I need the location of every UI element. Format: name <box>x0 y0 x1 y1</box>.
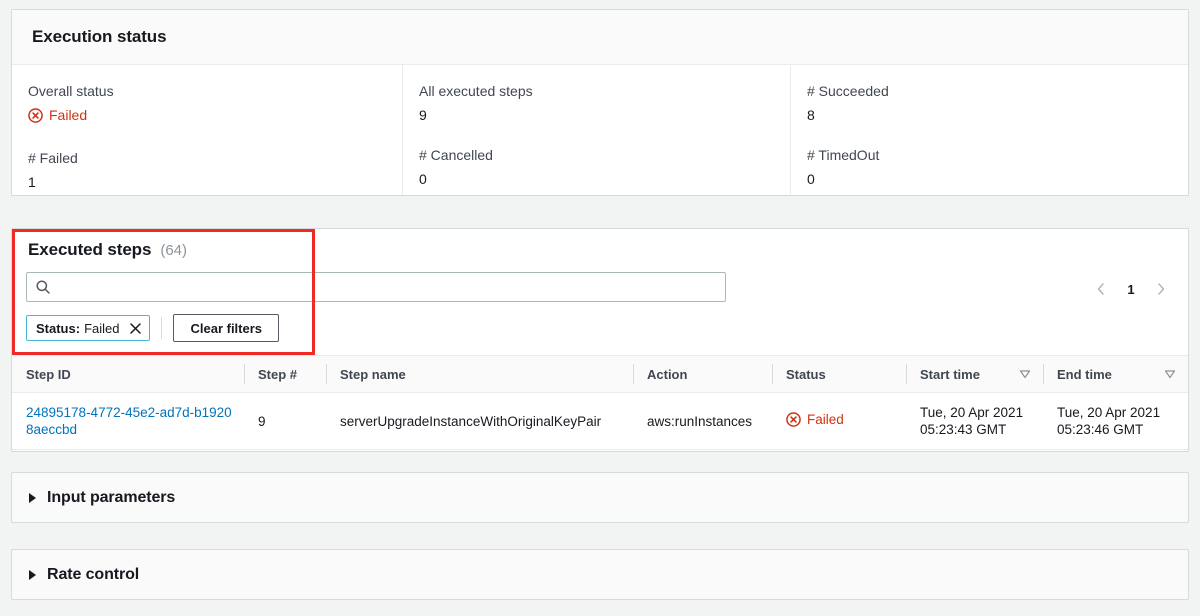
status-badge: Failed <box>28 105 87 125</box>
column-header-step-id[interactable]: Step ID <box>12 355 244 393</box>
error-circle-x-icon <box>28 107 43 123</box>
caret-right-icon <box>29 569 36 580</box>
cell-step-number: 9 <box>244 392 326 450</box>
cell-end-time: Tue, 20 Apr 2021 05:23:46 GMT <box>1043 392 1188 450</box>
pagination-page-1[interactable]: 1 <box>1119 276 1143 302</box>
executed-steps-table: Step ID Step # Step name Action Status S… <box>12 355 1188 450</box>
search-input[interactable] <box>57 273 717 301</box>
search-icon <box>35 279 51 295</box>
cell-action: aws:runInstances <box>633 392 772 450</box>
execution-status-grid: Overall status Failed # Failed 1 All exe… <box>12 65 1188 195</box>
executed-steps-header: Executed steps (64) Status: Failed Clear… <box>12 229 1188 355</box>
filter-row: Status: Failed Clear filters <box>26 314 280 342</box>
column-header-step-number-label: Step # <box>258 366 298 382</box>
cell-start-time: Tue, 20 Apr 2021 05:23:43 GMT <box>906 392 1043 450</box>
step-id-link[interactable]: 24895178-4772-45e2-ad7d-b19208aeccbd <box>26 405 232 437</box>
execution-status-header: Execution status <box>12 10 1188 65</box>
table-row: 24895178-4772-45e2-ad7d-b19208aeccbd 9 s… <box>12 392 1188 450</box>
column-header-status-label: Status <box>786 366 826 382</box>
all-executed-steps-value: 9 <box>419 107 427 123</box>
chevron-right-icon <box>1158 283 1165 295</box>
end-time-date: Tue, 20 Apr 2021 <box>1057 405 1161 420</box>
column-header-end-time[interactable]: End time <box>1043 355 1188 393</box>
status-column-3: # Succeeded 8 # TimedOut 0 <box>790 65 1188 195</box>
column-header-step-name-label: Step name <box>340 366 406 382</box>
pagination-next-button[interactable] <box>1148 276 1174 302</box>
start-time-date: Tue, 20 Apr 2021 <box>920 405 1024 420</box>
close-icon[interactable] <box>129 322 142 335</box>
error-circle-x-icon <box>786 412 801 427</box>
column-header-step-name[interactable]: Step name <box>326 355 633 393</box>
execution-status-panel: Execution status Overall status Failed #… <box>11 9 1189 196</box>
num-timedout-value: 0 <box>807 171 815 187</box>
row-status-badge: Failed <box>786 411 844 428</box>
filter-divider <box>161 317 163 339</box>
status-column-2: All executed steps 9 # Cancelled 0 <box>402 65 790 195</box>
overall-status-text: Failed <box>49 107 88 123</box>
sort-descending-icon[interactable] <box>1019 368 1031 380</box>
input-parameters-section[interactable]: Input parameters <box>11 472 1189 523</box>
filter-token-value: Failed <box>84 320 120 336</box>
num-cancelled-value: 0 <box>419 171 427 187</box>
num-timedout-label: # TimedOut <box>807 147 880 163</box>
column-header-step-id-label: Step ID <box>26 366 71 382</box>
chevron-left-icon <box>1097 283 1104 295</box>
filter-token-key: Status: <box>36 320 81 336</box>
overall-status-label: Overall status <box>28 83 114 99</box>
executed-steps-title-row: Executed steps (64) <box>28 240 187 260</box>
executed-steps-title: Executed steps <box>28 240 152 259</box>
column-header-start-time[interactable]: Start time <box>906 355 1043 393</box>
cell-step-name: serverUpgradeInstanceWithOriginalKeyPair <box>326 392 633 450</box>
end-time-clock: 05:23:46 GMT <box>1057 422 1144 437</box>
pagination-prev-button[interactable] <box>1088 276 1114 302</box>
search-box[interactable] <box>26 272 726 302</box>
rate-control-section[interactable]: Rate control <box>11 549 1189 600</box>
page-root: Execution status Overall status Failed #… <box>0 0 1200 616</box>
clear-filters-button[interactable]: Clear filters <box>173 314 280 342</box>
cell-step-id: 24895178-4772-45e2-ad7d-b19208aeccbd <box>12 392 244 450</box>
cell-status: Failed <box>772 392 906 450</box>
start-time-clock: 05:23:43 GMT <box>920 422 1007 437</box>
pagination: 1 <box>1088 276 1174 302</box>
num-succeeded-label: # Succeeded <box>807 83 889 99</box>
executed-steps-panel: Executed steps (64) Status: Failed Clear… <box>11 228 1189 452</box>
column-header-status[interactable]: Status <box>772 355 906 393</box>
all-executed-steps-label: All executed steps <box>419 83 533 99</box>
page-title: Execution status <box>32 27 167 46</box>
num-succeeded-value: 8 <box>807 107 815 123</box>
input-parameters-title: Input parameters <box>47 488 176 506</box>
status-column-1: Overall status Failed # Failed 1 <box>12 65 402 195</box>
filter-token-status[interactable]: Status: Failed <box>26 315 151 341</box>
caret-right-icon <box>29 492 36 503</box>
table-header-row: Step ID Step # Step name Action Status S… <box>12 355 1188 393</box>
column-header-end-time-label: End time <box>1057 366 1112 382</box>
overall-status-value: Failed <box>28 105 402 128</box>
rate-control-title: Rate control <box>47 565 140 583</box>
column-header-action-label: Action <box>647 366 688 382</box>
column-header-step-number[interactable]: Step # <box>244 355 326 393</box>
num-failed-value: 1 <box>28 173 36 190</box>
row-status-text: Failed <box>807 412 844 427</box>
num-failed-label: # Failed <box>28 149 78 166</box>
column-header-action[interactable]: Action <box>633 355 772 393</box>
sort-descending-icon[interactable] <box>1164 368 1176 380</box>
executed-steps-counter: (64) <box>160 242 188 259</box>
num-cancelled-label: # Cancelled <box>419 147 493 163</box>
column-header-start-time-label: Start time <box>920 366 980 382</box>
